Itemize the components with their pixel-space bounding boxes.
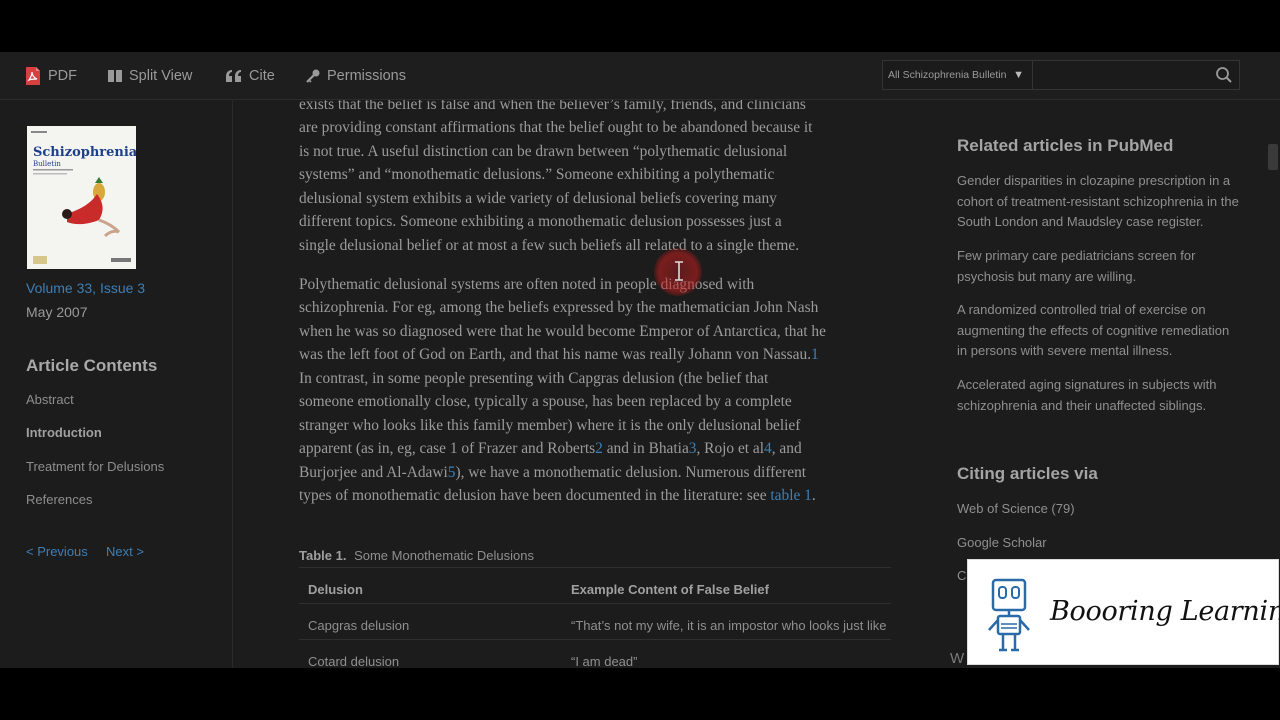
- search-icon[interactable]: [1215, 66, 1233, 84]
- text-line: systems” and “monothematic delusions.” S…: [299, 166, 775, 183]
- table-title: Some Monothematic Delusions: [354, 548, 534, 563]
- cover-subtitle: Bulletin: [33, 160, 61, 168]
- text-line: is not true. A useful distinction can be…: [299, 143, 788, 160]
- text-line: single delusional belief or at most a fe…: [299, 237, 800, 254]
- web-of-science-link[interactable]: Web of Science (79): [957, 501, 1075, 516]
- text-line: delusional system exhibits a wide variet…: [299, 190, 777, 207]
- related-article-link[interactable]: Gender disparities in clozapine prescrip…: [957, 171, 1242, 233]
- text-segment: types of monothematic delusion have been…: [299, 487, 771, 504]
- previous-article-link[interactable]: < Previous: [26, 544, 88, 559]
- text-segment: .: [811, 487, 816, 504]
- text-segment: apparent (as in, eg, case 1 of Frazer an…: [299, 440, 596, 457]
- text-line: was the left foot of God on Earth, and t…: [299, 343, 819, 367]
- table-row: Capgras delusion “That’s not my wife, it…: [299, 603, 891, 639]
- scrollbar-thumb[interactable]: [1268, 144, 1278, 170]
- related-article-link[interactable]: A randomized controlled trial of exercis…: [957, 300, 1242, 362]
- text-segment: , and: [771, 440, 802, 457]
- table-cell: “That’s not my wife, it is an impostor w…: [571, 618, 887, 633]
- left-sidebar: Schizophrenia Bulletin Volume 33, Issue …: [0, 100, 233, 668]
- text-line: are providing constant affirmations that…: [299, 119, 813, 136]
- table-cell: Capgras delusion: [308, 618, 410, 633]
- channel-watermark: Boooring Learning: [967, 559, 1280, 665]
- pdf-button[interactable]: PDF: [25, 66, 77, 86]
- article-toolbar: PDF Split View Cite Permissions All Schi…: [0, 52, 1280, 100]
- toc-item-introduction[interactable]: Introduction: [26, 425, 102, 440]
- text-line: apparent (as in, eg, case 1 of Frazer an…: [299, 437, 802, 461]
- text-segment: , Rojo et al: [696, 440, 765, 457]
- obscured-sidebar-text: W Wi L: [950, 650, 965, 668]
- text-line: stranger who looks like this family memb…: [299, 417, 801, 434]
- text-line: In contrast, in some people presenting w…: [299, 370, 769, 387]
- cover-title: Schizophrenia: [33, 145, 136, 160]
- text-segment: and in Bhatia: [602, 440, 689, 457]
- search-scope-value: All Schizophrenia Bulletin: [888, 69, 1007, 81]
- google-scholar-link[interactable]: Google Scholar: [957, 535, 1047, 550]
- text-line: when he was so diagnosed were that he wo…: [299, 323, 826, 340]
- journal-cover-image[interactable]: Schizophrenia Bulletin: [27, 126, 136, 269]
- related-articles-heading: Related articles in PubMed: [957, 136, 1174, 155]
- reference-link[interactable]: 2: [595, 440, 603, 457]
- issue-date: May 2007: [26, 304, 88, 320]
- table-label: Table 1.: [299, 548, 347, 563]
- reference-link[interactable]: 1: [811, 346, 819, 363]
- text-segment: ), we have a monothematic delusion. Nume…: [455, 464, 807, 481]
- table-cell: “I am dead”: [571, 654, 638, 668]
- text-line: Burjorjee and Al-Adawi5), we have a mono…: [299, 461, 806, 485]
- table-row: Cotard delusion “I am dead”: [299, 639, 891, 668]
- related-article-link[interactable]: Accelerated aging signatures in subjects…: [957, 375, 1242, 416]
- column-header: Example Content of False Belief: [571, 582, 769, 597]
- key-icon: [306, 69, 320, 83]
- split-view-button[interactable]: Split View: [108, 66, 192, 86]
- table-1-link[interactable]: table 1: [770, 487, 811, 504]
- text-line: someone emotionally close, typically a s…: [299, 393, 792, 410]
- delusions-table: Delusion Example Content of False Belief…: [299, 567, 891, 668]
- reference-link[interactable]: 4: [764, 440, 772, 457]
- text-line: schizophrenia. For eg, among the beliefs…: [299, 299, 819, 316]
- obscured-text-line: W: [950, 650, 965, 667]
- text-line: types of monothematic delusion have been…: [299, 484, 816, 508]
- permissions-label: Permissions: [327, 68, 406, 84]
- quote-icon: [226, 70, 242, 82]
- pdf-icon: [25, 66, 41, 86]
- split-view-label: Split View: [129, 68, 193, 84]
- table-cell: Cotard delusion: [308, 654, 400, 668]
- text-line: exists that the belief is false and when…: [299, 100, 806, 113]
- search-box: All Schizophrenia Bulletin ▼: [882, 60, 1240, 90]
- split-view-icon: [108, 70, 122, 82]
- pdf-label: PDF: [48, 68, 77, 84]
- search-input[interactable]: [1034, 61, 1204, 89]
- text-segment: Burjorjee and Al-Adawi: [299, 464, 448, 481]
- related-article-link[interactable]: Few primary care pediatricians screen fo…: [957, 246, 1242, 287]
- text-line: different topics. Someone exhibiting a m…: [299, 213, 782, 230]
- article-body: exists that the belief is false and when…: [299, 100, 894, 668]
- next-article-link[interactable]: Next >: [106, 544, 144, 559]
- cite-button[interactable]: Cite: [226, 66, 275, 86]
- permissions-button[interactable]: Permissions: [306, 66, 406, 86]
- column-header: Delusion: [308, 582, 363, 597]
- table-header-row: Delusion Example Content of False Belief: [299, 567, 891, 603]
- issue-link[interactable]: Volume 33, Issue 3: [26, 280, 145, 296]
- dropdown-arrow-icon: ▼: [1013, 69, 1024, 81]
- toc-item-treatment-for-delusions[interactable]: Treatment for Delusions: [26, 459, 164, 474]
- toc-item-references[interactable]: References: [26, 492, 92, 507]
- watermark-text: Boooring Learning: [1050, 596, 1280, 627]
- obscured-text-line: Wi: [950, 667, 965, 668]
- cite-label: Cite: [249, 68, 275, 84]
- robot-logo-icon: [988, 578, 1030, 652]
- citing-articles-heading: Citing articles via: [957, 464, 1098, 483]
- text-segment: was the left foot of God on Earth, and t…: [299, 346, 812, 363]
- text-cursor-icon: [675, 261, 683, 281]
- toc-item-abstract[interactable]: Abstract: [26, 392, 74, 407]
- article-contents-heading: Article Contents: [26, 356, 158, 375]
- search-scope-select[interactable]: All Schizophrenia Bulletin ▼: [883, 61, 1033, 89]
- table-caption: Table 1. Some Monothematic Delusions: [299, 544, 534, 568]
